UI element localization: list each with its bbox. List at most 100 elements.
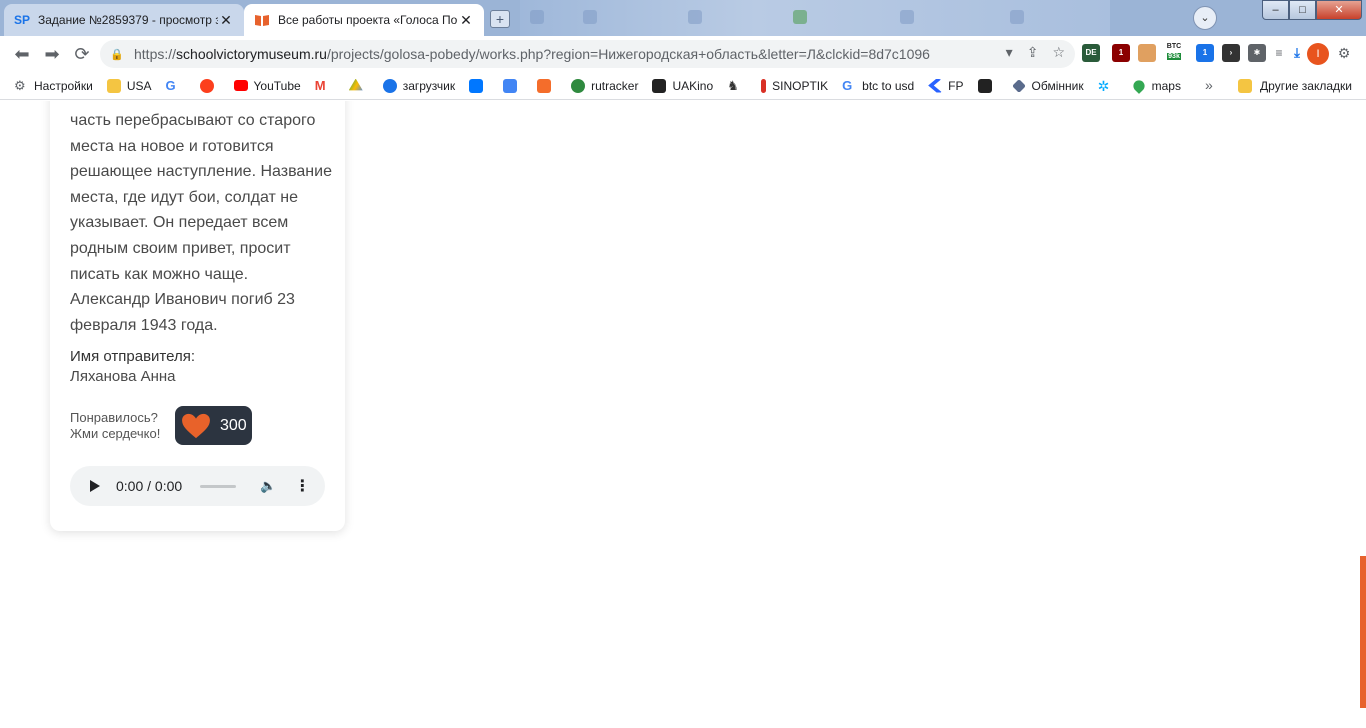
puzzle-icon[interactable]: ✱ [1248,44,1266,62]
bc-icon [977,78,992,93]
bookmark-uakino[interactable]: UAKino [652,78,713,93]
btc-extension-icon[interactable]: BTC 93k [1163,42,1185,64]
share-icon[interactable]: ⇪ [1027,44,1039,61]
bookmark-star-icon[interactable]: ☆ [1052,44,1065,61]
dropdown-icon[interactable]: ▾ [1006,44,1013,61]
url-scheme: https:// [134,46,177,62]
bookmark-f[interactable] [537,78,557,93]
more-options-icon[interactable]: ⋮ [294,476,310,496]
background-tab-icon[interactable] [900,10,914,24]
chess-icon: ♞ [727,77,739,93]
f-icon [537,78,552,93]
background-tab-icon[interactable] [688,10,702,24]
google-icon: G [842,77,853,93]
bookmark-sinoptik[interactable]: SINOPTIK [761,78,828,93]
like-prompt: Понравилось? Жми сердечко! [70,410,161,441]
vk-icon [469,78,484,93]
media-queue-icon[interactable]: ≡ [1270,44,1288,62]
reload-icon[interactable]: ⟳ [72,44,92,64]
bookmark-google[interactable]: G [165,77,186,93]
fp-icon [928,78,943,93]
bookmark-exchange[interactable]: Обмінник [1011,78,1084,93]
browser-toolbar: ⬅ ➡ ⟳ 🔒 https://schoolvictorymuseum.ru/p… [0,36,1366,72]
youtube-icon [233,80,248,91]
bookmark-chess[interactable]: ♞ [727,77,747,93]
tab-title: Все работы проекта «Голоса Поб [278,13,458,27]
bookmark-drive[interactable] [348,78,369,93]
new-tab-button[interactable]: + [490,10,510,28]
page-content: часть перебрасывают со старого места на … [0,101,1366,728]
bookmark-translate[interactable] [503,78,523,93]
folder-icon [1238,79,1253,93]
tab-search-button[interactable]: ⌄ [1193,6,1217,30]
background-tab-icon[interactable] [793,10,807,24]
ublock-extension-icon[interactable]: 1 [1112,44,1130,62]
bookmark-rutracker[interactable]: rutracker [571,78,638,93]
letter-card: часть перебрасывают со старого места на … [50,101,345,531]
audio-time: 0:00 / 0:00 [116,478,183,494]
bookmark-star[interactable]: ✲ [1098,79,1118,93]
gear-icon: ⚙ [14,77,26,93]
infinity-icon [382,78,397,93]
volume-icon[interactable]: 🔈 [260,478,276,494]
forward-arrow-icon[interactable]: ➡ [42,44,62,64]
tab-close-icon[interactable]: ✕ [218,12,234,29]
tab-golosa-pobedy[interactable]: Все работы проекта «Голоса Поб ✕ [244,4,484,36]
thermometer-icon [761,78,767,93]
book-icon [254,12,270,28]
bookmark-maps[interactable]: maps [1130,77,1181,94]
tab-strip: SP Задание №2859379 - просмотр з ✕ Все р… [0,0,1366,36]
bookmark-downloader[interactable]: загрузчик [382,78,455,93]
maximize-button[interactable]: □ [1289,0,1316,20]
background-tab-icon[interactable] [530,10,544,24]
minimize-button[interactable]: – [1262,0,1289,20]
bookmark-bc[interactable] [977,78,998,93]
uakino-icon [652,78,667,93]
yandex-icon [199,78,214,93]
bookmark-settings[interactable]: ⚙ Настройки [14,77,93,93]
close-window-button[interactable]: ✕ [1316,0,1362,20]
exchange-icon [1011,78,1026,93]
bookmark-yandex[interactable] [199,78,220,93]
sender-label: Имя отправителя: [70,348,196,365]
settings-menu-icon[interactable]: ⚙ [1335,44,1353,62]
google-icon: G [165,77,176,93]
downloads-icon[interactable]: ⤓ [1288,44,1306,62]
bookmarks-overflow-button[interactable]: » [1205,77,1213,93]
play-icon[interactable] [90,480,100,492]
profile-avatar[interactable]: I [1307,43,1329,65]
heart-icon [182,413,210,438]
tab-close-icon[interactable]: ✕ [458,12,474,29]
tab-zadanie[interactable]: SP Задание №2859379 - просмотр з ✕ [4,4,244,36]
sp-favicon-icon: SP [14,13,31,27]
bookmark-folder-usa[interactable]: USA [106,78,152,93]
audio-player[interactable]: 0:00 / 0:00 🔈 ⋮ [70,466,325,506]
back-arrow-icon[interactable]: ⬅ [12,44,32,64]
background-tab-icon[interactable] [1010,10,1024,24]
tab-title: Задание №2859379 - просмотр з [38,13,218,27]
bookmark-fp[interactable]: FP [928,78,964,93]
download-helper-icon[interactable]: 1 [1196,44,1214,62]
url-path: /projects/golosa-pobedy/works.php?region… [326,46,930,62]
audio-progress-slider[interactable] [200,484,237,488]
bookmark-gmail[interactable]: M [315,78,335,93]
maps-icon [1130,77,1147,94]
bookmarks-bar: ⚙ Настройки USA G YouTube M загрузчик rut… [0,72,1366,100]
like-count: 300 [220,416,247,434]
address-bar[interactable]: 🔒 https://schoolvictorymuseum.ru/project… [100,40,1075,68]
like-button[interactable]: 300 [175,406,252,445]
translate-icon [503,78,518,93]
bookmark-youtube[interactable]: YouTube [233,79,301,93]
face-extension-icon[interactable] [1138,44,1156,62]
lock-icon: 🔒 [110,48,124,61]
star-burst-icon: ✲ [1097,77,1110,94]
scrollbar-thumb[interactable] [1360,556,1366,708]
bookmark-vk[interactable] [469,78,489,93]
other-bookmarks[interactable]: Другие закладки [1238,79,1352,93]
url-host: schoolvictorymuseum.ru [176,46,327,62]
letter-text: часть перебрасывают со старого места на … [70,112,332,334]
background-tab-icon[interactable] [583,10,597,24]
bookmark-btc-to-usd[interactable]: Gbtc to usd [842,77,914,93]
code-extension-icon[interactable]: › [1222,44,1240,62]
globe-de-extension-icon[interactable]: DE [1082,44,1100,62]
